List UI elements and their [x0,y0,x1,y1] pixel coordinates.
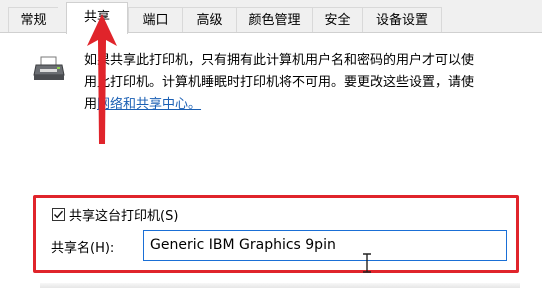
description-line-2: 用此打印机。计算机睡眠时打印机将不可用。要更改这些设置，请使 [84,75,475,90]
share-printer-checkbox-row[interactable]: 共享这台打印机(S) [52,205,178,224]
sharing-description: 如果共享此打印机，只有拥有此计算机用户名和密码的用户才可以使 用此打印机。计算机… [84,50,534,116]
tab-strip: 常规 共享 端口 高级 颜色管理 安全 设备设置 [0,0,542,34]
panel-bottom-edge [40,283,520,288]
tab-color-management[interactable]: 颜色管理 [236,7,312,32]
tab-general[interactable]: 常规 [8,7,58,32]
share-printer-checkbox[interactable] [52,207,65,221]
share-name-input[interactable]: Generic IBM Graphics 9pin [143,230,507,261]
share-printer-label[interactable]: 共享这台打印机(S) [69,205,178,224]
tab-security[interactable]: 安全 [312,7,362,32]
printer-properties-window: 常规 共享 端口 高级 颜色管理 安全 设备设置 如果共享此打印机，只有拥有此计… [0,0,542,288]
share-name-label: 共享名(H): [51,241,115,256]
tab-ports[interactable]: 端口 [128,7,182,32]
red-arrow-pointing-up-icon [87,14,117,144]
tab-device-settings[interactable]: 设备设置 [362,7,442,32]
tab-advanced[interactable]: 高级 [182,7,236,32]
text-cursor-icon [363,253,371,273]
description-line-1: 如果共享此打印机，只有拥有此计算机用户名和密码的用户才可以使 [84,53,475,68]
description-line-3: 用网络和共享中心。 [84,94,534,116]
checkmark-icon [53,210,64,218]
printer-icon [33,56,65,80]
